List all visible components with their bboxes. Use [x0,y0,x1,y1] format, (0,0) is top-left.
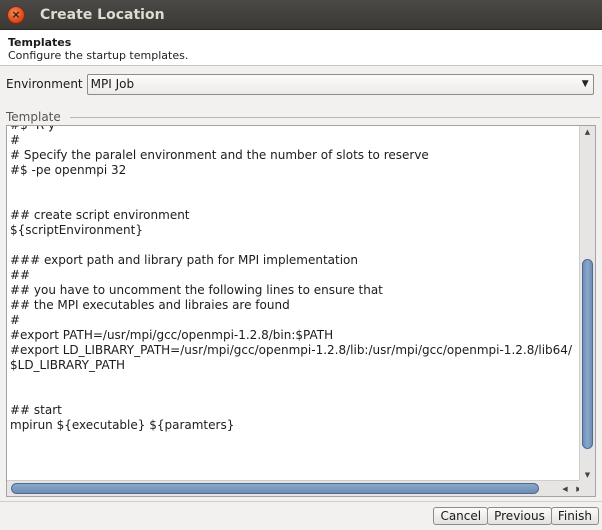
template-line: ## [10,268,31,282]
template-line: #$ -R y [10,126,580,133]
environment-label: Environment [6,77,83,91]
scroll-up-icon[interactable]: ▲ [580,126,595,138]
template-line: # Specify the paralel environment and th… [10,148,429,162]
template-line [10,178,580,193]
template-line: #export PATH=/usr/mpi/gcc/openmpi-1.2.8/… [10,328,334,342]
template-line [10,388,580,403]
button-bar: Cancel Previous Finish [433,507,599,525]
environment-row: Environment MPI Job ▼ [6,73,596,95]
environment-value: MPI Job [90,77,135,91]
template-line: ## you have to uncomment the following l… [10,283,383,297]
wizard-header: Templates Configure the startup template… [0,30,602,66]
template-line: ## start [10,403,62,417]
template-line: ### export path and library path for MPI… [10,253,359,267]
template-line: mpirun ${executable} ${paramters} [10,418,235,432]
template-line [10,193,580,208]
horizontal-scroll-thumb[interactable] [11,483,539,494]
footer-divider [0,501,602,502]
template-line [10,238,580,253]
finish-button[interactable]: Finish [550,507,599,525]
close-icon[interactable]: × [7,5,25,24]
vertical-scroll-thumb[interactable] [582,259,593,449]
template-line: ## the MPI executables and libraies are … [10,298,290,312]
template-group-label: Template [6,110,65,124]
template-line: #export LD_LIBRARY_PATH=/usr/mpi/gcc/ope… [10,343,572,357]
scroll-left-icon[interactable]: ◀ [559,481,571,496]
cancel-button[interactable]: Cancel [433,507,489,525]
template-line [10,373,580,388]
previous-button[interactable]: Previous [487,507,552,525]
chevron-down-icon: ▼ [581,79,589,89]
window-title: Create Location [40,6,165,23]
group-divider [70,117,600,118]
template-editor[interactable]: #$ -R y## Specify the paralel environmen… [6,125,596,497]
title-bar: × Create Location [0,0,602,30]
template-text[interactable]: #$ -R y## Specify the paralel environmen… [10,126,580,481]
template-line: ${scriptEnvironment} [10,223,143,237]
horizontal-scrollbar[interactable]: ◀ ▶ [7,480,595,496]
vertical-scrollbar[interactable]: ▲ ▼ [579,126,595,481]
template-line: # [10,133,21,147]
page-title: Templates [8,36,72,49]
template-line: ## create script environment [10,208,190,222]
scroll-corner [579,480,595,496]
page-description: Configure the startup templates. [8,49,189,62]
template-line: #$ -pe openmpi 32 [10,163,127,177]
environment-select[interactable]: MPI Job ▼ [86,73,594,95]
template-line: # [10,313,21,327]
template-line: $LD_LIBRARY_PATH [10,358,126,372]
